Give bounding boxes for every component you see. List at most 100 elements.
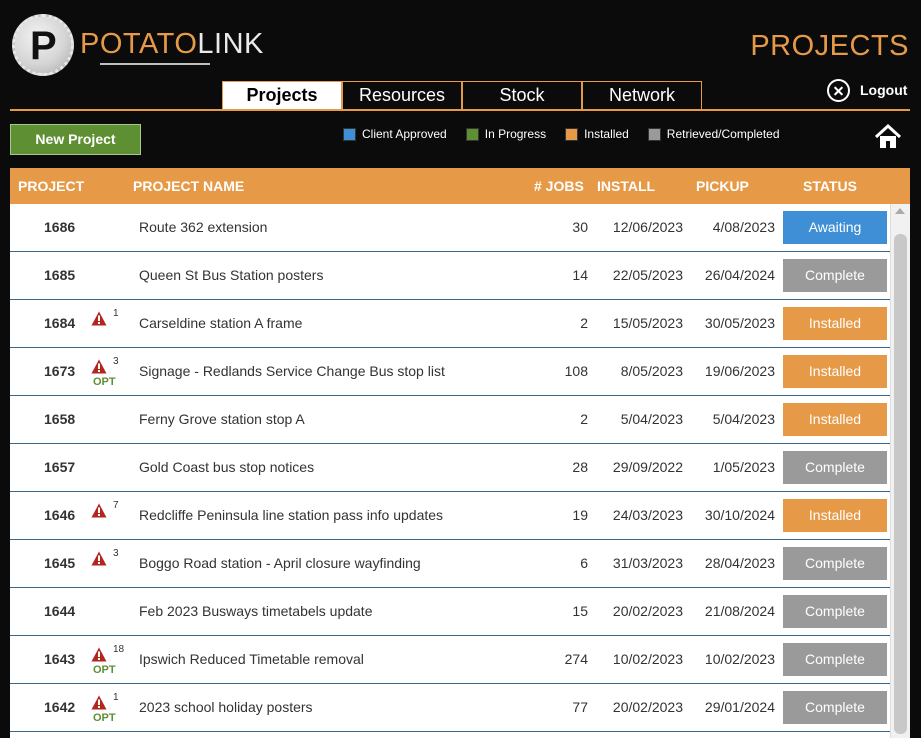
legend-label: In Progress [484, 127, 547, 141]
warning-icon [91, 359, 107, 374]
table-row[interactable]: 1646 7 Redcliffe Peninsula line station … [10, 492, 890, 540]
status-badge[interactable]: Complete [783, 259, 887, 292]
alert-indicator[interactable]: 18 OPT [91, 644, 135, 678]
table-row[interactable]: 1643 18 OPT Ipswich Reduced Timetable re… [10, 636, 890, 684]
table-row[interactable]: 1657 Gold Coast bus stop notices 28 29/0… [10, 444, 890, 492]
status-badge[interactable]: Complete [783, 451, 887, 484]
jobs-count: 108 [564, 363, 588, 379]
install-date: 20/02/2023 [612, 699, 683, 715]
table-row[interactable]: 1673 3 OPT Signage - Redlands Service Ch… [10, 348, 890, 396]
project-id[interactable]: 1686 [44, 219, 75, 235]
alert-indicator[interactable]: 3 [91, 548, 135, 582]
status-badge[interactable]: Complete [783, 595, 887, 628]
status-badge[interactable]: Installed [783, 355, 887, 388]
jobs-count: 2 [580, 411, 588, 427]
table-row[interactable]: 1642 1 OPT 2023 school holiday posters 7… [10, 684, 890, 732]
legend-label: Installed [584, 127, 629, 141]
alert-count: 3 [113, 356, 119, 367]
home-icon[interactable] [874, 123, 902, 151]
alert-indicator[interactable]: 3 OPT [91, 356, 135, 390]
status-badge[interactable]: Installed [783, 499, 887, 532]
col-header-name[interactable]: PROJECT NAME [133, 178, 244, 194]
project-name[interactable]: Ferny Grove station stop A [139, 411, 305, 427]
main-tabs: Projects Resources Stock Network [222, 81, 702, 109]
close-circle-icon[interactable] [827, 78, 850, 102]
tab-resources[interactable]: Resources [342, 81, 462, 109]
project-id[interactable]: 1645 [44, 555, 75, 571]
tab-stock[interactable]: Stock [462, 81, 582, 109]
warning-icon [91, 695, 107, 710]
project-id[interactable]: 1684 [44, 315, 75, 331]
table-row[interactable]: 1685 Queen St Bus Station posters 14 22/… [10, 252, 890, 300]
project-name[interactable]: Queen St Bus Station posters [139, 267, 323, 283]
status-badge[interactable]: Complete [783, 547, 887, 580]
app-logo[interactable]: P POTATOLINK [12, 14, 264, 76]
project-id[interactable]: 1644 [44, 603, 75, 619]
install-date: 31/03/2023 [612, 555, 683, 571]
project-id[interactable]: 1685 [44, 267, 75, 283]
col-header-install[interactable]: INSTALL [597, 178, 655, 194]
pickup-date: 26/04/2024 [704, 267, 775, 283]
alert-indicator[interactable]: 7 [91, 500, 135, 534]
table-row[interactable]: 1686 Route 362 extension 30 12/06/2023 4… [10, 204, 890, 252]
project-id[interactable]: 1673 [44, 363, 75, 379]
install-date: 29/09/2022 [612, 459, 683, 475]
project-id[interactable]: 1657 [44, 459, 75, 475]
alert-indicator[interactable]: 1 [91, 308, 135, 342]
status-badge[interactable]: Installed [783, 403, 887, 436]
col-header-project[interactable]: PROJECT [18, 178, 84, 194]
tab-projects[interactable]: Projects [222, 81, 342, 109]
table-scrollbar[interactable] [890, 204, 910, 738]
project-name[interactable]: Boggo Road station - April closure wayfi… [139, 555, 421, 571]
legend-swatch [465, 127, 479, 141]
col-header-pickup[interactable]: PICKUP [696, 178, 749, 194]
table-row[interactable]: 1644 Feb 2023 Busways timetabels update … [10, 588, 890, 636]
pickup-date: 19/06/2023 [704, 363, 775, 379]
jobs-count: 19 [572, 507, 588, 523]
project-name[interactable]: 2023 school holiday posters [139, 699, 313, 715]
logout-label[interactable]: Logout [860, 82, 907, 98]
legend-swatch [647, 127, 661, 141]
project-name[interactable]: Route 362 extension [139, 219, 267, 235]
scroll-thumb[interactable] [894, 234, 907, 734]
col-header-status[interactable]: STATUS [803, 178, 857, 194]
warning-icon [91, 503, 107, 518]
install-date: 22/05/2023 [612, 267, 683, 283]
pickup-date: 10/02/2023 [704, 651, 775, 667]
table-row[interactable]: 1645 3 Boggo Road station - April closur… [10, 540, 890, 588]
project-name[interactable]: Redcliffe Peninsula line station pass in… [139, 507, 443, 523]
alert-indicator[interactable]: 1 OPT [91, 692, 135, 726]
project-name[interactable]: Feb 2023 Busways timetabels update [139, 603, 372, 619]
logout-button[interactable]: Logout [827, 78, 907, 102]
status-badge[interactable]: Awaiting [783, 211, 887, 244]
project-name[interactable]: Gold Coast bus stop notices [139, 459, 314, 475]
col-header-jobs[interactable]: # JOBS [534, 178, 584, 194]
page-title: PROJECTS [750, 30, 909, 62]
project-name[interactable]: Ipswich Reduced Timetable removal [139, 651, 364, 667]
status-badge[interactable]: Installed [783, 307, 887, 340]
table-row[interactable]: 1684 1 Carseldine station A frame 2 15/0… [10, 300, 890, 348]
pickup-date: 4/08/2023 [712, 219, 775, 235]
opt-tag: OPT [93, 376, 116, 388]
jobs-count: 274 [564, 651, 588, 667]
project-name[interactable]: Carseldine station A frame [139, 315, 302, 331]
logo-text-part1: POTATO [80, 28, 198, 60]
project-id[interactable]: 1643 [44, 651, 75, 667]
status-badge[interactable]: Complete [783, 643, 887, 676]
new-project-button[interactable]: New Project [10, 124, 141, 155]
project-id[interactable]: 1642 [44, 699, 75, 715]
status-badge[interactable]: Complete [783, 691, 887, 724]
logo-text-part2: LINK [197, 28, 264, 60]
warning-icon [91, 311, 107, 326]
jobs-count: 6 [580, 555, 588, 571]
legend-swatch [565, 127, 579, 141]
tab-network[interactable]: Network [582, 81, 702, 109]
scroll-up-icon[interactable] [895, 208, 905, 214]
project-id[interactable]: 1646 [44, 507, 75, 523]
status-legend: Client Approved In Progress Installed Re… [343, 127, 799, 141]
opt-tag: OPT [93, 712, 116, 724]
table-body: 1686 Route 362 extension 30 12/06/2023 4… [10, 204, 890, 738]
table-row[interactable]: 1658 Ferny Grove station stop A 2 5/04/2… [10, 396, 890, 444]
project-name[interactable]: Signage - Redlands Service Change Bus st… [139, 363, 445, 379]
project-id[interactable]: 1658 [44, 411, 75, 427]
